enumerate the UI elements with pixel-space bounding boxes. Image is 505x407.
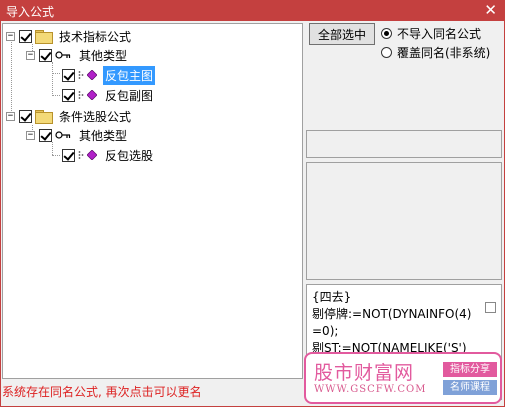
tree-connector [52, 95, 60, 96]
tree-node-subcategory[interactable]: − 其他类型 [26, 126, 129, 144]
tree-node-formula[interactable]: 反包主图 [62, 65, 156, 85]
gem-icon [87, 150, 97, 160]
collapse-icon[interactable]: − [26, 130, 35, 140]
watermark-logo: 股市财富网 WWW.GSCFW.COM 指标分享 名师课程 [304, 352, 502, 404]
watermark-url: WWW.GSCFW.COM [314, 384, 427, 395]
tree-checkbox[interactable] [62, 148, 75, 162]
tree-checkbox[interactable] [62, 88, 75, 102]
description-box [306, 162, 502, 280]
gem-icon [87, 90, 97, 100]
key-icon [55, 51, 71, 59]
tree-connector [52, 62, 53, 96]
tree-checkbox[interactable] [62, 68, 75, 82]
radio-skip-duplicates[interactable]: 不导入同名公式 [381, 25, 481, 41]
folder-icon [35, 30, 53, 44]
watermark-brand: 股市财富网 [314, 362, 415, 384]
close-icon[interactable]: ✕ [484, 1, 497, 19]
tree-node-label[interactable]: 反包选股 [103, 146, 155, 165]
formula-dots-icon [78, 151, 84, 159]
info-box [306, 130, 502, 158]
tree-checkbox[interactable] [19, 109, 32, 123]
tree-node-label[interactable]: 反包主图 [103, 65, 156, 85]
tree-node-label[interactable]: 技术指标公式 [57, 27, 133, 46]
formula-tree[interactable]: − 技术指标公式 − 其他类型 反包主图 反包副图 − 条件选股公式 − 其他类… [2, 23, 303, 379]
select-all-button[interactable]: 全部选中 [309, 23, 375, 45]
window-title: 导入公式 [6, 5, 55, 19]
folder-icon [35, 110, 53, 124]
tree-node-category[interactable]: − 条件选股公式 [6, 107, 133, 125]
title-bar: 导入公式 ✕ [0, 0, 505, 21]
tree-checkbox[interactable] [39, 128, 52, 142]
collapse-icon[interactable]: − [26, 50, 35, 60]
tree-node-category[interactable]: − 技术指标公式 [6, 27, 133, 45]
radio-button[interactable] [381, 27, 392, 39]
tree-connector [52, 73, 60, 74]
watermark-tag: 指标分享 [443, 362, 497, 377]
tree-checkbox[interactable] [19, 29, 32, 43]
gem-icon [87, 70, 97, 80]
radio-button[interactable] [381, 46, 392, 58]
status-message: 系统存在同名公式, 再次点击可以更名 [2, 385, 202, 399]
watermark-tag: 名师课程 [443, 380, 497, 395]
tree-node-label[interactable]: 其他类型 [77, 46, 129, 65]
collapse-icon[interactable]: − [6, 111, 15, 121]
tree-node-label[interactable]: 其他类型 [77, 126, 129, 145]
tree-connector [52, 155, 60, 156]
tree-checkbox[interactable] [39, 48, 52, 62]
formula-preview-text: {四去} 剔停牌:=NOT(DYNAINFO(4)=0); 剔ST:=NOT(N… [312, 290, 472, 355]
radio-overwrite-duplicates[interactable]: 覆盖同名(非系统) [381, 44, 490, 60]
formula-dots-icon [78, 71, 84, 79]
tree-node-label[interactable]: 反包副图 [103, 86, 155, 105]
tree-node-formula[interactable]: 反包选股 [62, 146, 155, 164]
tree-node-subcategory[interactable]: − 其他类型 [26, 46, 129, 64]
preview-checkbox[interactable] [485, 302, 496, 313]
tree-node-label[interactable]: 条件选股公式 [57, 107, 133, 126]
key-icon [55, 131, 71, 139]
radio-label[interactable]: 不导入同名公式 [397, 25, 481, 42]
tree-node-formula[interactable]: 反包副图 [62, 86, 155, 104]
formula-dots-icon [78, 91, 84, 99]
radio-label[interactable]: 覆盖同名(非系统) [397, 44, 490, 61]
collapse-icon[interactable]: − [6, 31, 15, 41]
